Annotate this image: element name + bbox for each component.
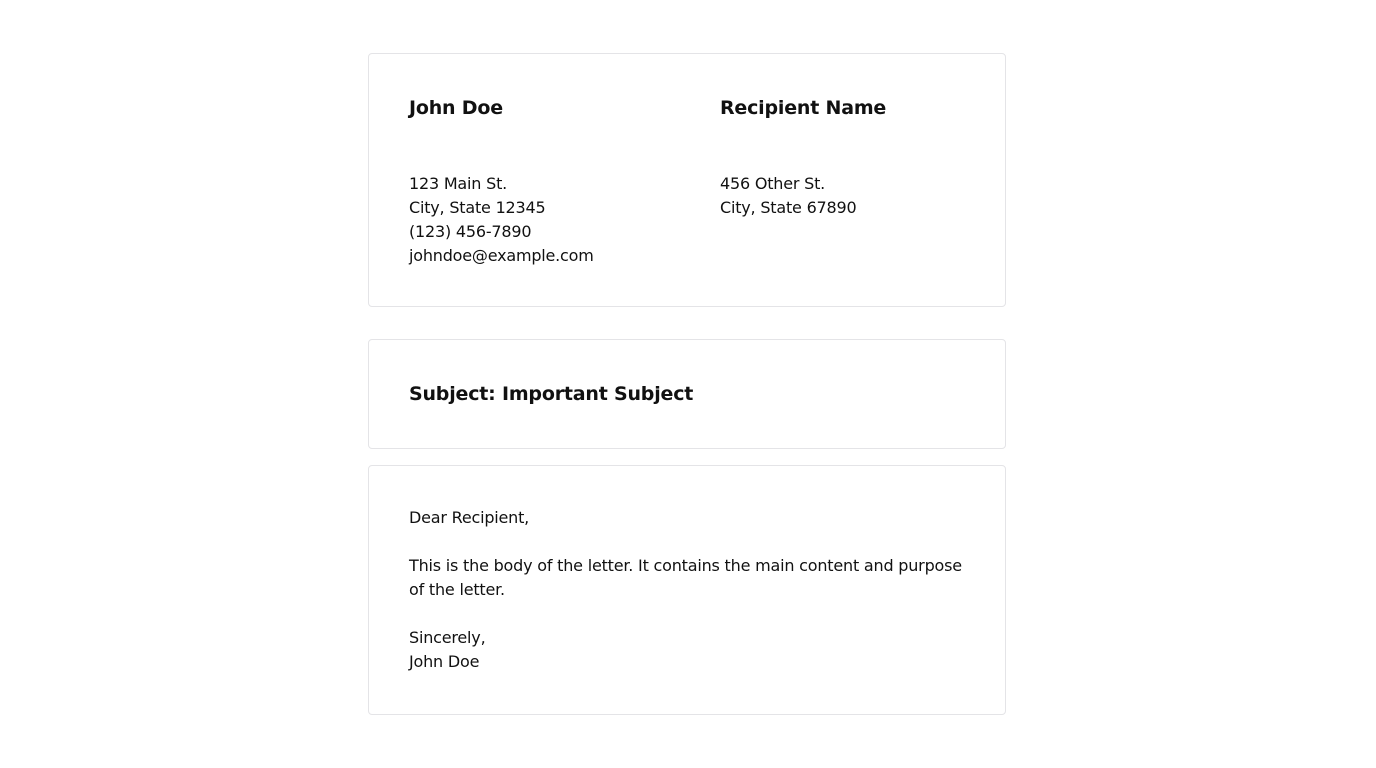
closing: Sincerely, — [409, 628, 486, 647]
sender-street: 123 Main St. — [409, 174, 508, 193]
letter-content: Dear Recipient, This is the body of the … — [409, 506, 974, 674]
recipient-city-state: City, State 67890 — [720, 198, 857, 217]
recipient-address: 456 Other St. City, State 67890 — [720, 172, 886, 220]
sender-email: johndoe@example.com — [409, 246, 594, 265]
body-paragraph: This is the body of the letter. It conta… — [409, 556, 962, 599]
address-card: John Doe 123 Main St. City, State 12345 … — [368, 53, 1006, 307]
sender-address: 123 Main St. City, State 12345 (123) 456… — [409, 172, 594, 268]
letter-page: John Doe 123 Main St. City, State 12345 … — [0, 0, 1376, 768]
recipient-name: Recipient Name — [720, 97, 887, 119]
signature: John Doe — [409, 652, 480, 671]
sender-phone: (123) 456-7890 — [409, 222, 532, 241]
sender-block: John Doe 123 Main St. City, State 12345 … — [409, 96, 594, 268]
salutation: Dear Recipient, — [409, 508, 530, 527]
sender-name: John Doe — [409, 97, 503, 119]
letter-body-card: Dear Recipient, This is the body of the … — [368, 465, 1006, 715]
recipient-street: 456 Other St. — [720, 174, 826, 193]
sender-city-state: City, State 12345 — [409, 198, 546, 217]
recipient-block: Recipient Name 456 Other St. City, State… — [720, 96, 886, 220]
subject-card: Subject: Important Subject — [368, 339, 1006, 449]
subject-line: Subject: Important Subject — [409, 383, 694, 405]
